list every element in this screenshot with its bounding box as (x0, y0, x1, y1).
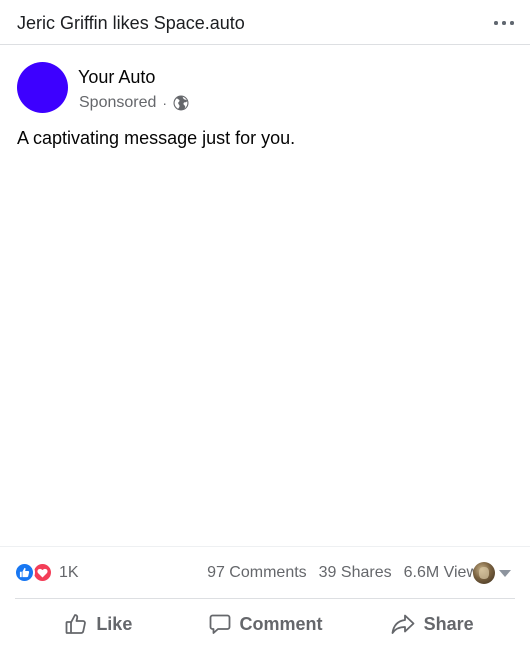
globe-icon[interactable] (173, 95, 189, 111)
ellipsis-dot (510, 21, 514, 25)
share-arrow-icon (390, 612, 416, 636)
ellipsis-horizontal-icon (494, 21, 498, 25)
engagement-stats: 97 Comments 39 Shares 6.6M Views (207, 564, 486, 582)
post-context-bar: Jeric Griffin likes Space.auto (0, 0, 530, 45)
post-actions-bar: Like Comment Share (15, 604, 515, 644)
comment-button[interactable]: Comment (182, 604, 349, 644)
reaction-summary[interactable]: 1K (14, 562, 79, 583)
sponsored-post-card: Jeric Griffin likes Space.auto Your Auto… (0, 0, 530, 649)
like-label: Like (96, 613, 133, 634)
meta-separator: · (162, 95, 168, 111)
more-options-button[interactable] (492, 11, 516, 33)
share-label: Share (423, 613, 474, 634)
divider (0, 546, 530, 547)
comment-bubble-icon (208, 612, 232, 636)
love-reaction-icon (32, 562, 53, 583)
divider (15, 598, 515, 599)
caret-down-icon[interactable] (499, 570, 511, 577)
like-reaction-icon (14, 562, 35, 583)
comments-count[interactable]: 97 Comments (207, 564, 307, 582)
post-message: A captivating message just for you. (17, 128, 296, 148)
post-stats-row: 1K 97 Comments 39 Shares 6.6M Views (0, 561, 530, 585)
thumbs-up-icon (64, 612, 88, 636)
reaction-count: 1K (59, 563, 79, 581)
post-context-text: Jeric Griffin likes Space.auto (17, 13, 245, 33)
comment-label: Comment (239, 613, 323, 634)
page-name[interactable]: Your Auto (78, 67, 155, 88)
sponsored-label[interactable]: Sponsored (79, 94, 156, 112)
share-button[interactable]: Share (348, 604, 515, 644)
like-button[interactable]: Like (15, 604, 182, 644)
viewer-avatar[interactable] (473, 562, 495, 584)
shares-count[interactable]: 39 Shares (319, 564, 392, 582)
post-meta: Sponsored · (79, 94, 189, 112)
page-avatar[interactable] (17, 62, 68, 113)
ellipsis-dot (502, 21, 506, 25)
